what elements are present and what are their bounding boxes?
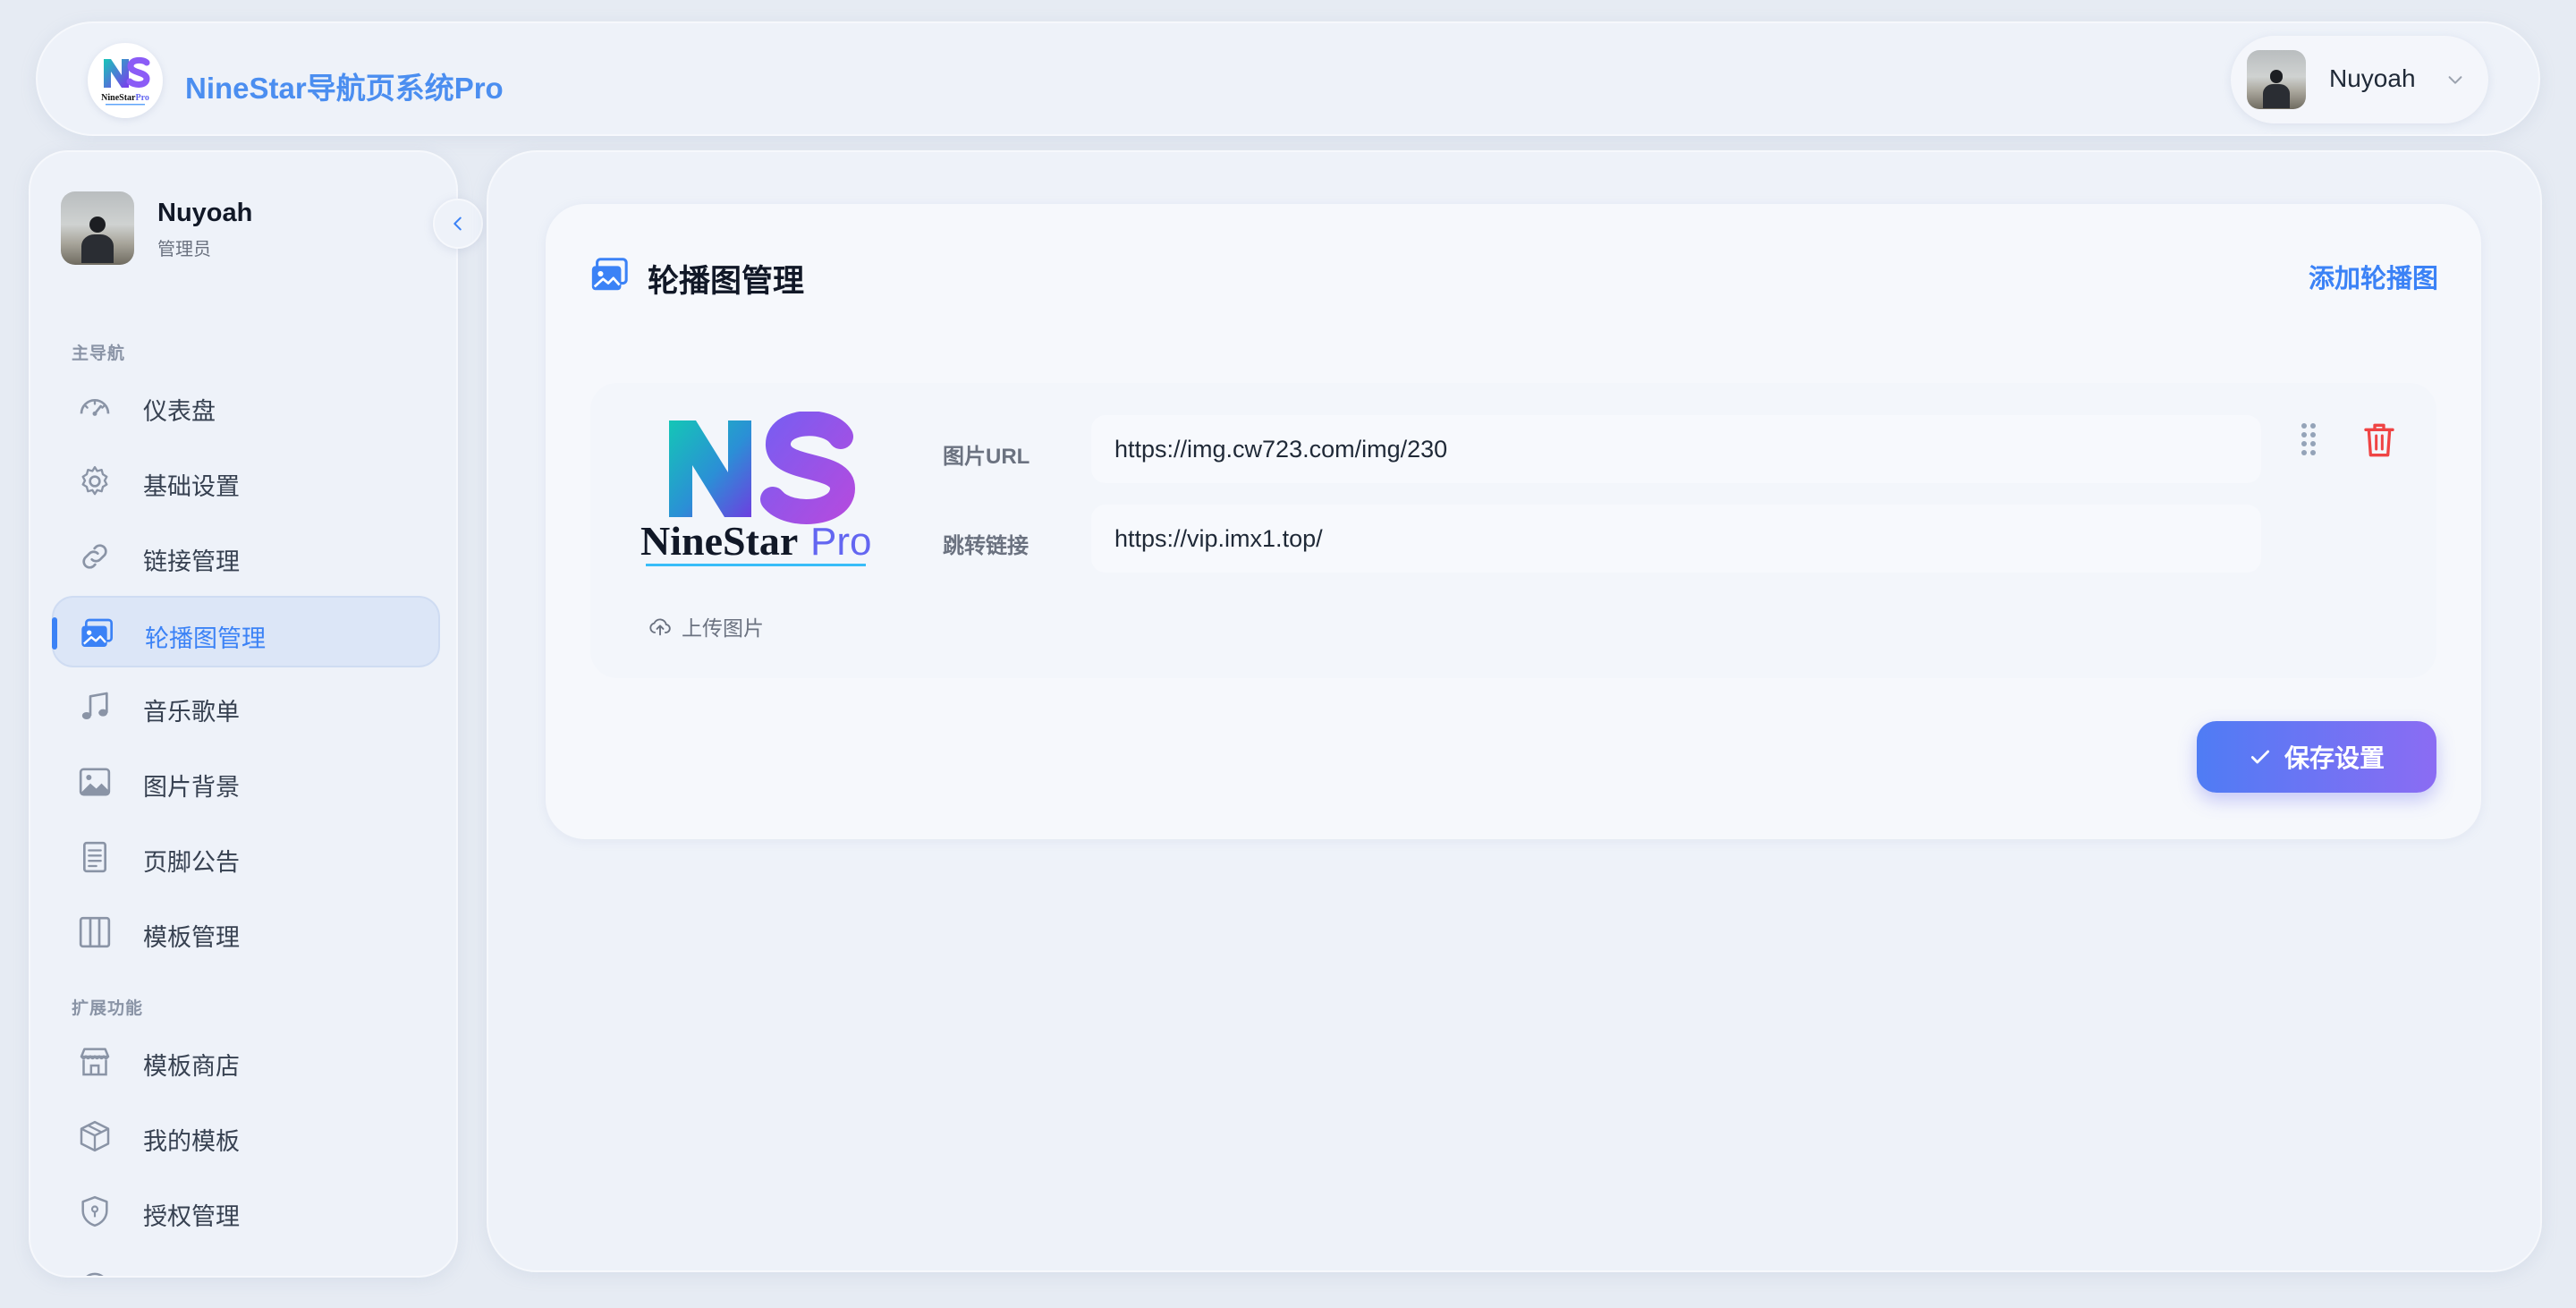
carousel-card: 轮播图管理 添加轮播图 NineStar Pro 上传图片 图片URL http… <box>546 204 2481 839</box>
top-header: NineStarPro NineStar导航页系统Pro Nuyoah <box>36 21 2540 136</box>
chevron-down-icon <box>2448 76 2462 84</box>
sidebar-item-label: 模板管理 <box>143 924 240 951</box>
upload-image-label: 上传图片 <box>682 616 764 640</box>
page-title: 轮播图管理 <box>648 264 805 299</box>
chevron-left-icon <box>453 217 462 231</box>
sidebar-item-label: 我的模板 <box>143 1128 240 1155</box>
avatar <box>2247 50 2306 109</box>
picture-icon <box>79 768 111 796</box>
sidebar-collapse-button[interactable] <box>433 199 483 249</box>
music-note-icon <box>81 692 108 719</box>
image-url-input[interactable] <box>1091 415 2261 483</box>
sidebar-item-label: 仪表盘 <box>143 398 216 425</box>
sidebar-item-partial[interactable] <box>52 1251 440 1276</box>
jump-link-input[interactable] <box>1091 505 2261 573</box>
sidebar-item-templates[interactable]: 模板管理 <box>52 896 440 968</box>
sidebar-item-dashboard[interactable]: 仪表盘 <box>52 370 440 442</box>
section-label-extended: 扩展功能 <box>72 999 144 1018</box>
brand-logo[interactable]: NineStarPro <box>88 43 163 118</box>
add-carousel-button[interactable]: 添加轮播图 <box>2309 258 2438 295</box>
sidebar-item-label: 链接管理 <box>143 548 240 575</box>
store-icon <box>80 1048 110 1076</box>
sidebar-item-label: 页脚公告 <box>143 849 240 876</box>
dashboard-icon <box>80 399 110 416</box>
svg-text:NineStarPro: NineStarPro <box>101 93 149 103</box>
section-label-main: 主导航 <box>72 344 126 363</box>
sidebar-item-carousel[interactable]: 轮播图管理 <box>52 596 440 667</box>
sidebar-item-label: 授权管理 <box>143 1203 240 1230</box>
sidebar-item-label: 音乐歌单 <box>143 699 240 726</box>
sidebar: Nuyoah 管理员 主导航 仪表盘 基础设置 链接管理 轮播图管理 音乐歌单 … <box>29 150 458 1278</box>
sidebar-item-settings[interactable]: 基础设置 <box>52 446 440 517</box>
trash-icon[interactable] <box>2361 420 2397 460</box>
drag-handle-icon[interactable] <box>2297 420 2320 460</box>
brand-title: NineStar导航页系统Pro <box>185 72 504 105</box>
jump-link-label: 跳转链接 <box>943 534 1029 558</box>
sidebar-item-label: 模板商店 <box>143 1053 240 1080</box>
image-url-label: 图片URL <box>943 445 1030 469</box>
slide-logo-text: NineStar <box>640 518 798 564</box>
slide-preview-image[interactable]: NineStar Pro <box>640 412 882 573</box>
sidebar-item-license[interactable]: 授权管理 <box>52 1176 440 1247</box>
gear-icon <box>81 466 108 496</box>
shield-icon <box>81 1195 108 1227</box>
user-name: Nuyoah <box>2329 64 2416 92</box>
box-icon <box>80 1120 110 1152</box>
sidebar-item-music[interactable]: 音乐歌单 <box>52 671 440 743</box>
main-content: 轮播图管理 添加轮播图 NineStar Pro 上传图片 图片URL http… <box>487 150 2542 1272</box>
save-settings-label: 保存设置 <box>2284 744 2385 772</box>
save-settings-button[interactable]: 保存设置 <box>2197 721 2436 793</box>
carousel-slide-item: NineStar Pro 上传图片 图片URL 跳转链接 <box>590 383 2436 678</box>
upload-image-button[interactable]: 上传图片 <box>648 610 764 642</box>
sidebar-item-footer-notice[interactable]: 页脚公告 <box>52 821 440 893</box>
sidebar-item-label: 图片背景 <box>143 774 240 801</box>
circle-icon <box>86 1272 104 1276</box>
columns-icon <box>79 916 111 948</box>
sidebar-item-background[interactable]: 图片背景 <box>52 746 440 818</box>
image-gallery-icon <box>591 258 628 291</box>
image-gallery-icon <box>81 618 113 647</box>
sidebar-item-label: 基础设置 <box>143 473 240 500</box>
sidebar-item-my-templates[interactable]: 我的模板 <box>52 1100 440 1172</box>
cloud-upload-icon <box>649 618 671 636</box>
ns-logo-icon: NineStarPro <box>101 56 150 106</box>
user-menu-button[interactable]: Nuyoah <box>2231 36 2488 123</box>
check-icon <box>2250 750 2270 764</box>
sidebar-avatar <box>61 191 134 265</box>
sidebar-user-name: Nuyoah <box>157 199 253 227</box>
sidebar-item-label: 轮播图管理 <box>145 625 266 652</box>
link-icon <box>82 544 107 569</box>
slide-logo-accent: Pro <box>810 520 871 564</box>
sidebar-item-template-store[interactable]: 模板商店 <box>52 1025 440 1097</box>
sidebar-user-role: 管理员 <box>157 240 211 259</box>
document-icon <box>83 841 106 873</box>
sidebar-item-links[interactable]: 链接管理 <box>52 521 440 592</box>
